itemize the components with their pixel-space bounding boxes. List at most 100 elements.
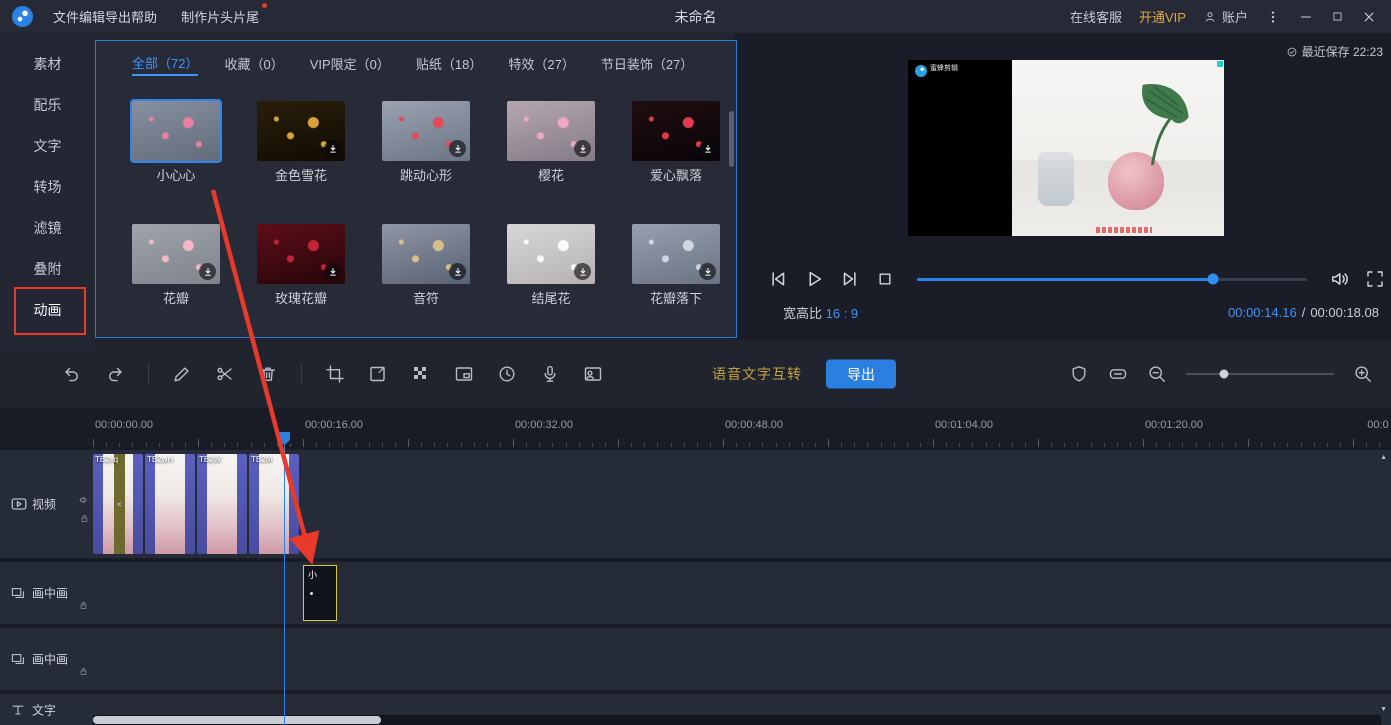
menu-item-3[interactable]: 导出	[105, 10, 131, 25]
watermark-toggle-icon[interactable]	[1069, 364, 1089, 384]
resize-icon[interactable]	[368, 364, 388, 384]
library-item-8[interactable]: 音符	[382, 224, 470, 306]
clip-thumbnail	[259, 454, 289, 554]
preview-canvas[interactable]: 蜜蜂剪辑	[908, 60, 1224, 236]
sidebar-item-7[interactable]: 动画	[0, 289, 95, 330]
fit-timeline-icon[interactable]	[1108, 364, 1128, 384]
menu-item-4[interactable]: 帮助	[131, 10, 157, 25]
pip-track-2[interactable]: 画中画	[0, 628, 1391, 690]
library-tab-6[interactable]: 节日装饰（27）	[601, 54, 693, 75]
account-button[interactable]: 账户	[1203, 7, 1248, 26]
ruler-tick	[762, 443, 763, 447]
library-item-7[interactable]: 玫瑰花瓣	[257, 224, 345, 306]
minimize-button[interactable]	[1298, 9, 1314, 25]
video-clip-4[interactable]: TB2M	[249, 454, 299, 554]
undo-icon[interactable]	[62, 364, 82, 384]
timeline-scroll-up-arrow[interactable]: ▲	[1380, 454, 1387, 461]
titlebar-right: 在线客服 开通VIP 账户	[1070, 0, 1391, 33]
download-icon[interactable]	[449, 263, 466, 280]
download-icon[interactable]	[324, 263, 341, 280]
fullscreen-button[interactable]	[1365, 269, 1385, 289]
menu-item-1[interactable]: 文件	[53, 10, 79, 25]
timeline-ruler[interactable]: 00:00:00.0000:00:16.0000:00:32.0000:00:4…	[0, 408, 1391, 448]
sidebar-item-6[interactable]: 叠附	[0, 248, 95, 289]
crop-icon[interactable]	[325, 364, 345, 384]
sidebar-item-5[interactable]: 滤镜	[0, 207, 95, 248]
more-menu-icon[interactable]	[1265, 9, 1281, 25]
library-tab-5[interactable]: 特效（27）	[508, 54, 574, 75]
library-item-10[interactable]: 花瓣落下	[632, 224, 720, 306]
pip-track-1[interactable]: 画中画 小	[0, 562, 1391, 624]
delete-icon[interactable]	[258, 364, 278, 384]
zoom-in-icon[interactable]	[1353, 364, 1373, 384]
library-scrollbar[interactable]	[729, 111, 734, 167]
video-track[interactable]: 视频 TB2xq<TB2wHTB2WTB2M	[0, 450, 1391, 558]
app-logo-icon[interactable]	[12, 6, 33, 27]
menu-item-2[interactable]: 编辑	[79, 10, 105, 25]
library-tab-2[interactable]: 收藏（0）	[224, 54, 283, 75]
library-item-6[interactable]: 花瓣	[132, 224, 220, 306]
timeline-scroll-down-arrow[interactable]: ▼	[1380, 706, 1387, 713]
export-button[interactable]: 导出	[826, 360, 896, 389]
video-clip-3[interactable]: TB2W	[197, 454, 247, 554]
timeline-zoom-slider[interactable]	[1186, 373, 1334, 375]
close-button[interactable]	[1361, 9, 1377, 25]
sidebar-item-4[interactable]: 转场	[0, 166, 95, 207]
aspect-ratio[interactable]: 宽高比 16 : 9	[783, 303, 858, 322]
record-icon[interactable]	[583, 364, 603, 384]
sidebar-item-2[interactable]: 配乐	[0, 84, 95, 125]
menu-item-make-intro-outro[interactable]: 制作片头片尾	[181, 7, 259, 26]
video-clip-1[interactable]: TB2xq<	[93, 454, 143, 554]
volume-button[interactable]	[1329, 268, 1351, 290]
selection-handle[interactable]	[1217, 61, 1223, 67]
track-lock-icon[interactable]	[78, 600, 89, 611]
video-clip-2[interactable]: TB2wH	[145, 454, 195, 554]
download-icon[interactable]	[699, 263, 716, 280]
library-tab-1[interactable]: 全部（72）	[132, 53, 198, 76]
sidebar-item-3[interactable]: 文字	[0, 125, 95, 166]
duration-icon[interactable]	[497, 364, 517, 384]
video-track-label: 视频	[32, 496, 56, 513]
seek-handle[interactable]	[1208, 274, 1219, 285]
microphone-icon[interactable]	[540, 364, 560, 384]
library-tab-4[interactable]: 贴纸（18）	[416, 54, 482, 75]
voice-text-convert-button[interactable]: 语音文字互转	[712, 364, 802, 384]
seek-bar[interactable]	[917, 278, 1307, 281]
library-item-4[interactable]: 樱花	[507, 101, 595, 183]
download-icon[interactable]	[574, 263, 591, 280]
download-icon[interactable]	[574, 140, 591, 157]
library-item-3[interactable]: 跳动心形	[382, 101, 470, 183]
online-support-link[interactable]: 在线客服	[1070, 7, 1122, 26]
download-icon[interactable]	[699, 140, 716, 157]
library-item-5[interactable]: 爱心飘落	[632, 101, 720, 183]
mosaic-icon[interactable]	[411, 364, 431, 384]
play-button[interactable]	[803, 268, 825, 290]
zoom-out-icon[interactable]	[1147, 364, 1167, 384]
next-frame-button[interactable]	[839, 268, 861, 290]
edit-icon[interactable]	[172, 364, 192, 384]
library-item-1[interactable]: 小心心	[132, 101, 220, 183]
library-item-9[interactable]: 结尾花	[507, 224, 595, 306]
timeline-hscrollbar[interactable]	[93, 716, 381, 724]
track-mute-icon[interactable]	[78, 494, 90, 506]
pip-overlay-icon[interactable]	[454, 364, 474, 384]
library-tab-3[interactable]: VIP限定（0）	[310, 54, 390, 75]
track-lock-icon[interactable]	[78, 666, 89, 677]
download-icon[interactable]	[324, 140, 341, 157]
zoom-slider-handle[interactable]	[1220, 370, 1229, 379]
library-item-thumbnail	[382, 101, 470, 161]
track-lock-icon[interactable]	[79, 513, 90, 524]
pip-clip-xiaoxinxin[interactable]: 小	[303, 565, 337, 621]
stop-button[interactable]	[875, 269, 895, 289]
toolbar-divider	[301, 363, 302, 385]
ruler-tick	[369, 443, 370, 447]
library-item-2[interactable]: 金色雪花	[257, 101, 345, 183]
split-icon[interactable]	[215, 364, 235, 384]
download-icon[interactable]	[449, 140, 466, 157]
maximize-button[interactable]	[1331, 10, 1344, 23]
vip-upgrade-link[interactable]: 开通VIP	[1139, 7, 1186, 26]
sidebar-item-1[interactable]: 素材	[0, 43, 95, 84]
redo-icon[interactable]	[105, 364, 125, 384]
download-icon[interactable]	[199, 263, 216, 280]
previous-frame-button[interactable]	[767, 268, 789, 290]
